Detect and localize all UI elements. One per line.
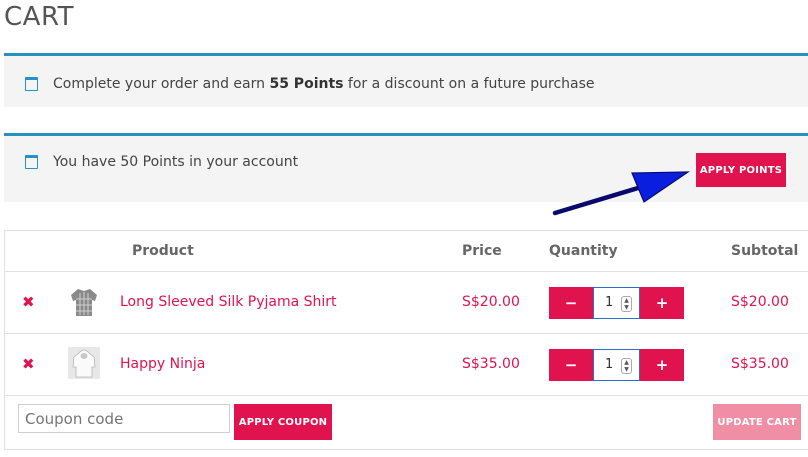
window-icon	[25, 155, 38, 169]
window-icon	[25, 77, 38, 91]
header-product: Product	[132, 243, 194, 259]
quantity-input[interactable]: 1 ▲ ▼	[593, 287, 640, 319]
remove-item-icon[interactable]: ✖	[22, 293, 35, 311]
update-cart-button[interactable]: UPDATE CART	[713, 404, 801, 440]
cart-table: Product Price Quantity Subtotal ✖ Long S…	[4, 230, 808, 450]
price-value: S$35.00	[462, 356, 520, 372]
divider	[5, 271, 808, 272]
quantity-value: 1	[605, 295, 614, 310]
earn-points-message: Complete your order and earn 55 Points f…	[53, 76, 595, 92]
header-quantity: Quantity	[549, 243, 618, 259]
spinner-icon[interactable]: ▲ ▼	[621, 358, 632, 374]
subtotal-value: S$20.00	[731, 294, 789, 310]
earn-points-notice: Complete your order and earn 55 Points f…	[4, 53, 808, 107]
page-title: CART	[4, 2, 74, 32]
coupon-code-input[interactable]	[18, 404, 230, 433]
spinner-icon[interactable]: ▲ ▼	[621, 296, 632, 312]
increase-quantity-button[interactable]: +	[640, 287, 684, 319]
apply-coupon-button[interactable]: APPLY COUPON	[234, 404, 332, 440]
divider	[5, 333, 808, 334]
header-price: Price	[462, 243, 502, 259]
quantity-input[interactable]: 1 ▲ ▼	[593, 349, 640, 381]
annotation-arrow-icon	[552, 171, 690, 216]
price-value: S$20.00	[462, 294, 520, 310]
hoodie-icon	[68, 347, 100, 379]
product-link[interactable]: Happy Ninja	[120, 356, 205, 372]
decrease-quantity-button[interactable]: −	[549, 287, 593, 319]
increase-quantity-button[interactable]: +	[640, 349, 684, 381]
apply-points-button[interactable]: APPLY POINTS	[696, 153, 786, 187]
shirt-icon	[71, 289, 97, 316]
points-balance-message: You have 50 Points in your account	[53, 154, 299, 170]
quantity-stepper: − 1 ▲ ▼ +	[549, 287, 685, 319]
product-link[interactable]: Long Sleeved Silk Pyjama Shirt	[120, 294, 337, 310]
header-subtotal: Subtotal	[731, 243, 799, 259]
divider	[5, 395, 808, 396]
earn-points-amount: 55 Points	[269, 76, 344, 92]
remove-item-icon[interactable]: ✖	[22, 355, 35, 373]
quantity-stepper: − 1 ▲ ▼ +	[549, 349, 685, 381]
quantity-value: 1	[605, 357, 614, 372]
subtotal-value: S$35.00	[731, 356, 789, 372]
decrease-quantity-button[interactable]: −	[549, 349, 593, 381]
